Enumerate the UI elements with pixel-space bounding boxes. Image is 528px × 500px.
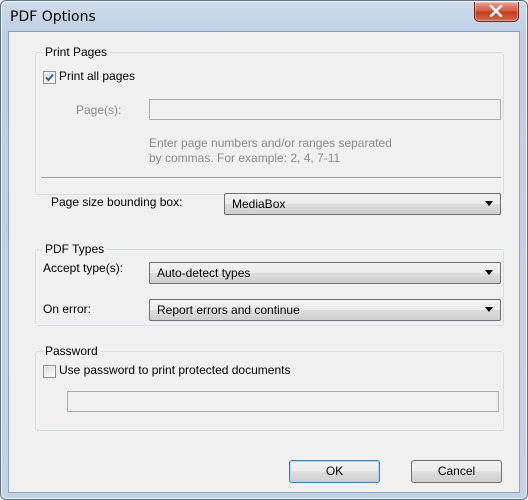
accept-types-label: Accept type(s): <box>43 261 124 275</box>
pdf-options-dialog: PDF Options Print Pages Print all pages … <box>0 0 528 500</box>
page-size-select[interactable]: MediaBox <box>224 193 501 215</box>
print-all-pages-checkbox[interactable] <box>43 71 56 84</box>
print-all-pages-label[interactable]: Print all pages <box>59 69 135 84</box>
chevron-down-icon <box>485 307 493 312</box>
use-password-label[interactable]: Use password to print protected document… <box>59 363 290 378</box>
page-size-label: Page size bounding box: <box>51 195 183 209</box>
dialog-title: PDF Options <box>10 9 96 25</box>
close-icon <box>489 5 503 17</box>
cancel-button[interactable]: Cancel <box>411 460 502 483</box>
print-pages-group-title: Print Pages <box>42 45 111 60</box>
password-input[interactable] <box>67 391 499 412</box>
close-button[interactable] <box>474 2 519 22</box>
accept-types-selected: Auto-detect types <box>157 266 251 280</box>
use-password-checkbox[interactable] <box>43 365 56 378</box>
chevron-down-icon <box>485 201 493 206</box>
title-bar[interactable]: PDF Options <box>1 1 527 31</box>
password-group-title: Password <box>42 344 101 359</box>
pages-label: Page(s): <box>76 103 122 117</box>
dialog-body: Print Pages Print all pages Page(s): Ent… <box>8 31 520 493</box>
section-separator <box>41 177 501 179</box>
on-error-select[interactable]: Report errors and continue <box>149 299 501 321</box>
pdf-types-group-title: PDF Types <box>42 242 108 257</box>
on-error-selected: Report errors and continue <box>157 303 300 317</box>
page-size-selected: MediaBox <box>232 197 286 211</box>
checkmark-icon <box>45 73 54 82</box>
pages-input[interactable] <box>149 99 501 120</box>
pages-hint-line2: by commas. For example: 2, 4, 7-11 <box>149 151 341 165</box>
on-error-label: On error: <box>43 302 92 316</box>
pages-hint-line1: Enter page numbers and/or ranges separat… <box>149 136 392 150</box>
chevron-down-icon <box>485 270 493 275</box>
ok-button[interactable]: OK <box>289 460 380 483</box>
accept-types-select[interactable]: Auto-detect types <box>149 262 501 284</box>
